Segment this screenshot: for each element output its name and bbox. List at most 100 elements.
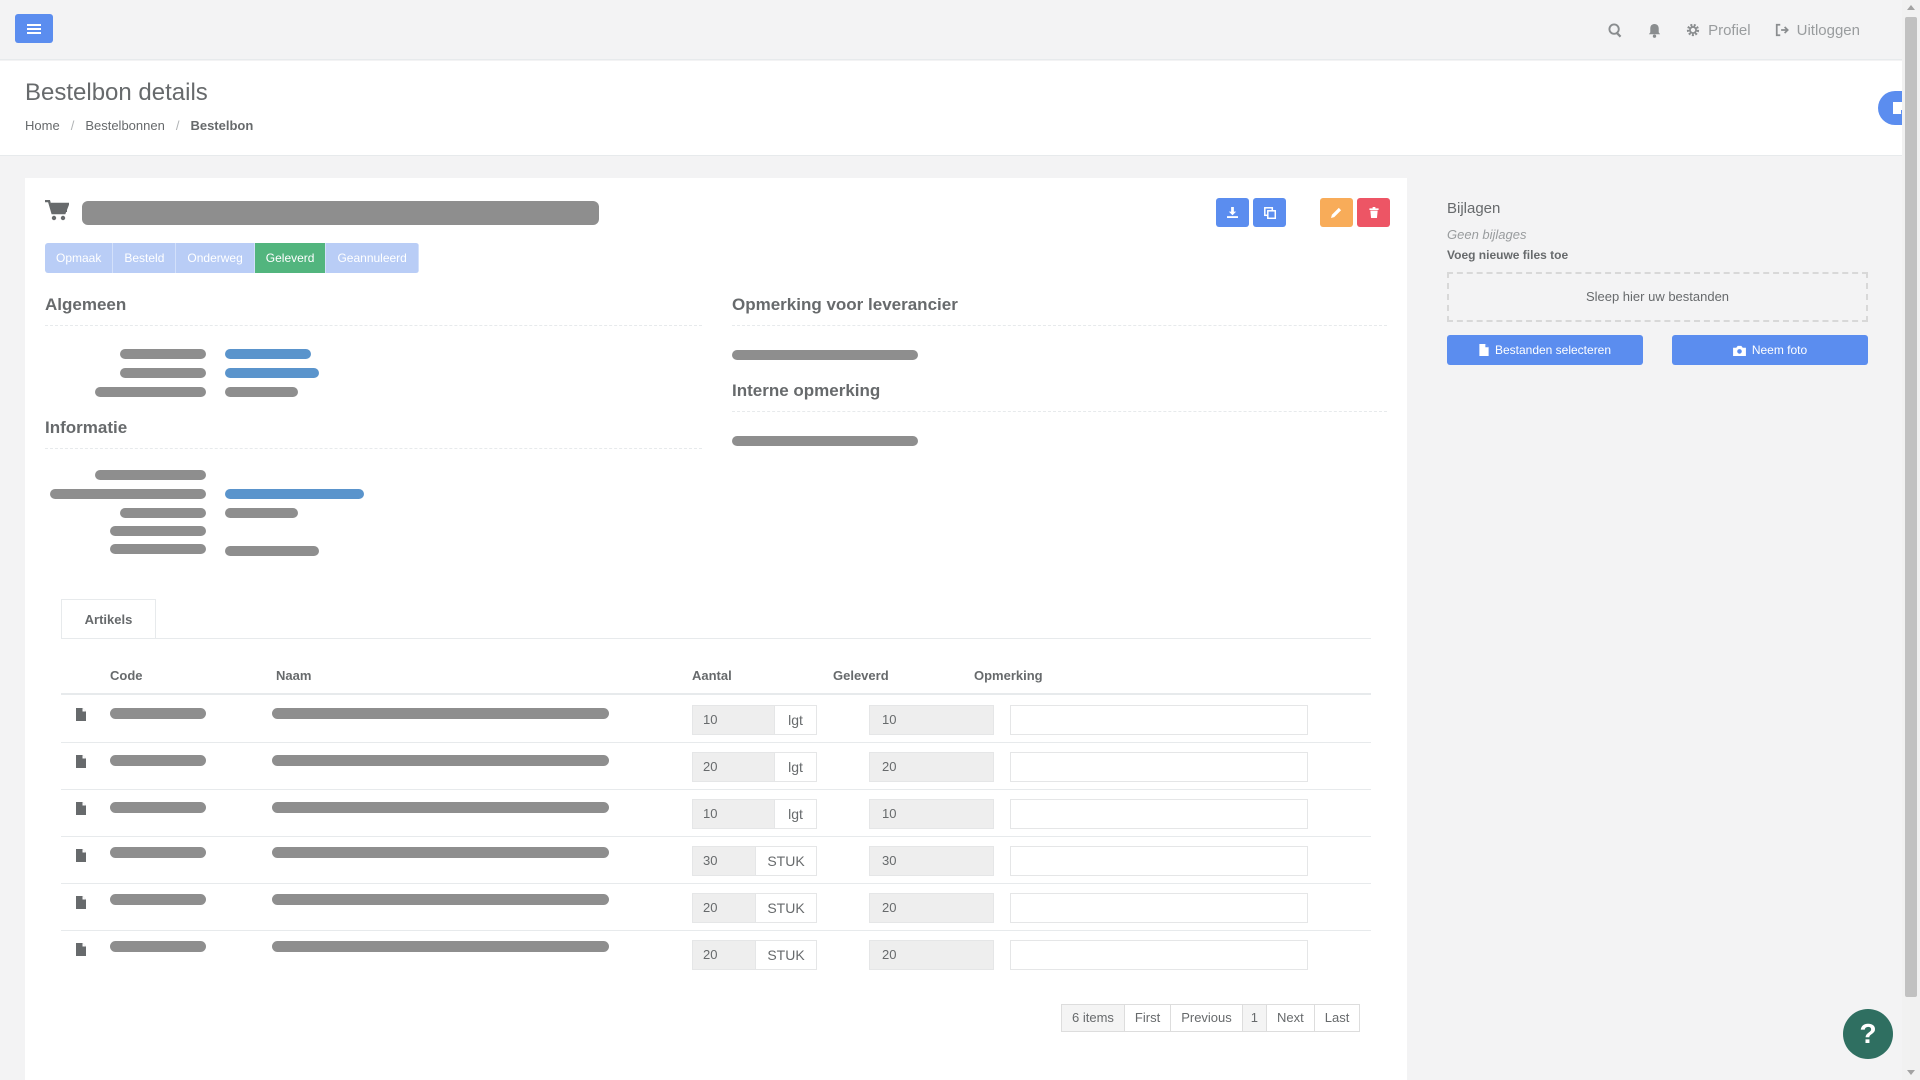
delivered-input[interactable]: 20 (869, 940, 994, 970)
pagination-first[interactable]: First (1124, 1005, 1172, 1031)
edit-button[interactable] (1320, 198, 1353, 227)
column-header-qty[interactable]: Aantal (692, 668, 732, 683)
unit-addon: lgt (775, 752, 817, 782)
attachments-title: Bijlagen (1447, 200, 1501, 217)
qty-input[interactable]: 10 (692, 705, 775, 735)
articles-table-header: Code Naam Aantal Geleverd Opmerking (61, 668, 1371, 695)
tab-articles[interactable]: Artikels (61, 599, 156, 639)
file-dropzone[interactable]: Sleep hier uw bestanden (1447, 272, 1868, 322)
link-redacted[interactable] (225, 368, 319, 378)
delete-button[interactable] (1357, 198, 1390, 227)
column-header-name[interactable]: Naam (276, 668, 311, 683)
name-redacted (272, 847, 609, 858)
note-input[interactable] (1010, 752, 1308, 782)
divider (732, 411, 1387, 412)
pagination-page-1[interactable]: 1 (1242, 1005, 1267, 1031)
copy-button[interactable] (1253, 198, 1286, 227)
select-files-button[interactable]: Bestanden selecteren (1447, 335, 1643, 365)
search-icon (1608, 22, 1622, 37)
label-redacted (120, 508, 206, 518)
qty-input[interactable]: 20 (692, 940, 756, 970)
file-icon (76, 755, 86, 768)
search-button[interactable] (1596, 22, 1635, 38)
delivered-input[interactable]: 10 (869, 705, 994, 735)
link-redacted[interactable] (225, 349, 311, 359)
status-progress: Opmaak Besteld Onderweg Geleverd Geannul… (45, 243, 419, 273)
qty-input[interactable]: 30 (692, 846, 756, 876)
page-scrollbar[interactable] (1902, 0, 1920, 1080)
label-redacted (120, 349, 206, 359)
pagination-last[interactable]: Last (1314, 1005, 1360, 1031)
note-input[interactable] (1010, 893, 1308, 923)
qty-input[interactable]: 10 (692, 799, 775, 829)
file-icon (76, 802, 86, 815)
note-input[interactable] (1010, 846, 1308, 876)
column-header-note[interactable]: Opmerking (974, 668, 1043, 683)
scrollbar-thumb[interactable] (1905, 17, 1917, 997)
delivered-input[interactable]: 20 (869, 893, 994, 923)
pagination-info: 6 items (1062, 1005, 1125, 1031)
link-redacted[interactable] (225, 489, 364, 499)
table-row: 10 lgt 10 (61, 696, 1371, 743)
note-input[interactable] (1010, 799, 1308, 829)
qty-input[interactable]: 20 (692, 752, 775, 782)
logout-link[interactable]: Uitloggen (1763, 22, 1872, 39)
breadcrumb-orders[interactable]: Bestelbonnen (85, 118, 165, 133)
unit-addon: lgt (775, 799, 817, 829)
name-redacted (272, 802, 609, 813)
notifications-button[interactable] (1635, 23, 1674, 38)
delivered-input[interactable]: 10 (869, 799, 994, 829)
top-navbar: Profiel Uitloggen (0, 0, 1902, 60)
unit-addon: STUK (756, 940, 817, 970)
unit-addon: STUK (756, 846, 817, 876)
qty-input[interactable]: 20 (692, 893, 756, 923)
profile-link[interactable]: Profiel (1674, 22, 1763, 39)
tab-divider (61, 638, 1371, 639)
help-button[interactable]: ? (1843, 1009, 1893, 1059)
code-redacted (110, 894, 206, 905)
breadcrumb-separator: / (175, 118, 180, 133)
order-title-redacted (82, 201, 599, 225)
top-nav-links: Profiel Uitloggen (1596, 0, 1872, 60)
column-header-code[interactable]: Code (110, 668, 143, 683)
qty-input-group: 10 lgt (692, 705, 817, 735)
note-input[interactable] (1010, 705, 1308, 735)
pagination-next[interactable]: Next (1267, 1005, 1315, 1031)
name-redacted (272, 941, 609, 952)
qty-input-group: 20 STUK (692, 893, 817, 923)
code-redacted (110, 847, 206, 858)
scroll-down-arrow-icon[interactable] (1907, 1070, 1915, 1075)
section-info-title: Informatie (45, 418, 128, 437)
table-row: 20 lgt 20 (61, 743, 1371, 790)
qty-input-group: 20 STUK (692, 940, 817, 970)
label-redacted (95, 387, 206, 397)
label-redacted (110, 544, 206, 554)
pagination: 6 items First Previous 1 Next Last (1061, 1004, 1361, 1032)
breadcrumb-home[interactable]: Home (25, 118, 60, 133)
menu-toggle-button[interactable] (15, 14, 53, 43)
name-redacted (272, 755, 609, 766)
copy-icon (1263, 206, 1276, 219)
status-step: Geannuleerd (326, 243, 419, 273)
select-files-label: Bestanden selecteren (1494, 343, 1612, 357)
label-redacted (120, 368, 206, 378)
file-icon (76, 943, 86, 956)
delivered-input[interactable]: 20 (869, 752, 994, 782)
unit-addon: STUK (756, 893, 817, 923)
pagination-previous[interactable]: Previous (1171, 1005, 1243, 1031)
note-redacted (732, 436, 918, 446)
value-redacted (225, 508, 298, 518)
order-panel: Opmaak Besteld Onderweg Geleverd Geannul… (25, 178, 1407, 1080)
take-photo-button[interactable]: Neem foto (1672, 335, 1868, 365)
export-actions (1216, 198, 1286, 227)
breadcrumb: Home / Bestelbonnen / Bestelbon (25, 118, 253, 133)
note-input[interactable] (1010, 940, 1308, 970)
table-row: 30 STUK 30 (61, 837, 1371, 884)
status-step: Onderweg (176, 243, 255, 273)
delivered-input[interactable]: 30 (869, 846, 994, 876)
column-header-delivered[interactable]: Geleverd (833, 668, 889, 683)
profile-label: Profiel (1708, 21, 1751, 39)
scroll-up-arrow-icon[interactable] (1907, 5, 1915, 10)
breadcrumb-current: Bestelbon (190, 118, 254, 133)
download-button[interactable] (1216, 198, 1249, 227)
